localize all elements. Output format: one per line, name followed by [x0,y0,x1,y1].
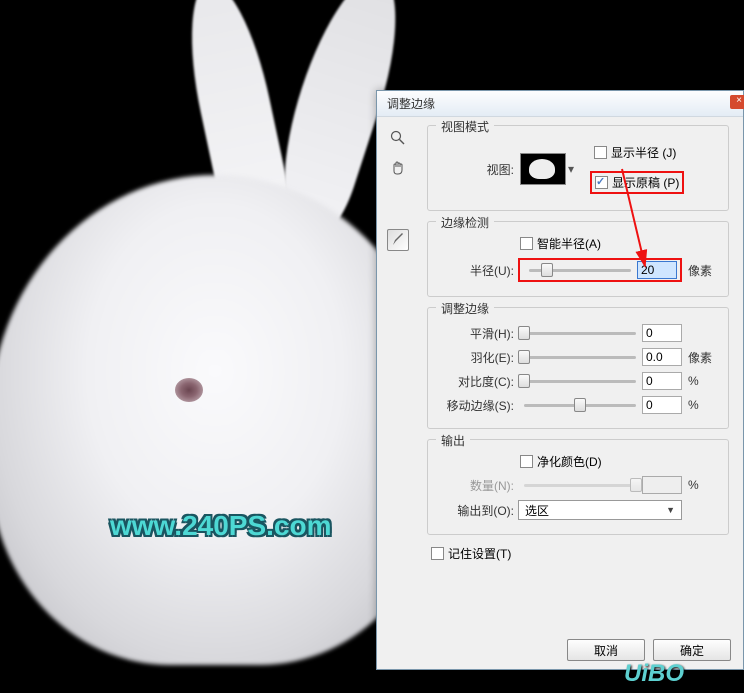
unit-label: % [688,374,716,388]
show-original-checkbox[interactable] [595,176,608,189]
output-to-value: 选区 [525,502,549,519]
unit-label: 像素 [688,349,716,366]
shift-edge-value-input[interactable]: 0 [642,396,682,414]
group-label: 边缘检测 [436,214,494,231]
show-radius-label: 显示半径 (J) [611,144,676,161]
radius-label: 半径(U): [440,262,514,279]
feather-label: 羽化(E): [440,349,514,366]
unit-label: % [688,398,716,412]
show-original-label: 显示原稿 (P) [612,174,679,191]
amount-label: 数量(N): [440,477,514,494]
view-mode-group: 视图模式 视图: ▾ 显示半径 (J) 显示原稿 (P) [427,125,729,211]
shift-edge-label: 移动边缘(S): [440,397,514,414]
output-group: 输出 净化颜色(D) 数量(N): % 输出到(O): 选区 ▼ [427,439,729,535]
remember-settings-label: 记住设置(T) [448,545,511,562]
adjust-edges-group: 调整边缘 平滑(H): 0 羽化(E): 0.0 像素 对比度(C): 0 % … [427,307,729,429]
feather-value-input[interactable]: 0.0 [642,348,682,366]
edge-detection-group: 边缘检测 智能半径(A) 半径(U): 20 像素 [427,221,729,297]
unit-label: % [688,478,716,492]
contrast-slider[interactable] [524,380,636,383]
output-to-label: 输出到(O): [440,502,514,519]
contrast-value-input[interactable]: 0 [642,372,682,390]
smooth-label: 平滑(H): [440,325,514,342]
dialog-titlebar[interactable]: 调整边缘 × [377,91,743,117]
remember-settings-checkbox[interactable] [431,547,444,560]
purify-colors-label: 净化颜色(D) [537,453,602,470]
hand-icon[interactable] [387,157,409,179]
close-icon[interactable]: × [730,95,744,109]
group-label: 输出 [436,432,470,449]
contrast-label: 对比度(C): [440,373,514,390]
group-label: 调整边缘 [436,300,494,317]
smooth-slider[interactable] [524,332,636,335]
dialog-title-text: 调整边缘 [387,95,435,112]
smooth-value-input[interactable]: 0 [642,324,682,342]
amount-slider [524,484,636,487]
chevron-down-icon: ▼ [666,505,675,515]
brush-icon[interactable] [387,229,409,251]
show-original-highlight: 显示原稿 (P) [590,171,684,194]
cancel-button[interactable]: 取消 [567,639,645,661]
view-label: 视图: [440,161,514,178]
smart-radius-checkbox[interactable] [520,237,533,250]
unit-label: 像素 [688,262,716,279]
shift-edge-slider[interactable] [524,404,636,407]
watermark-text: www.240PS.com [110,510,332,542]
refine-edge-dialog: 调整边缘 × 视图模式 视图: ▾ [376,90,744,670]
group-label: 视图模式 [436,118,494,135]
ok-button[interactable]: 确定 [653,639,731,661]
radius-slider[interactable] [529,269,631,272]
view-thumbnail[interactable] [520,153,566,185]
zoom-icon[interactable] [387,127,409,149]
smart-radius-label: 智能半径(A) [537,235,601,252]
uibo-watermark: UiBO [624,660,684,688]
show-radius-checkbox[interactable] [594,146,607,159]
output-to-select[interactable]: 选区 ▼ [518,500,682,520]
amount-value-input [642,476,682,494]
chevron-down-icon[interactable]: ▾ [566,162,578,176]
radius-value-input[interactable]: 20 [637,261,677,279]
feather-slider[interactable] [524,356,636,359]
purify-colors-checkbox[interactable] [520,455,533,468]
